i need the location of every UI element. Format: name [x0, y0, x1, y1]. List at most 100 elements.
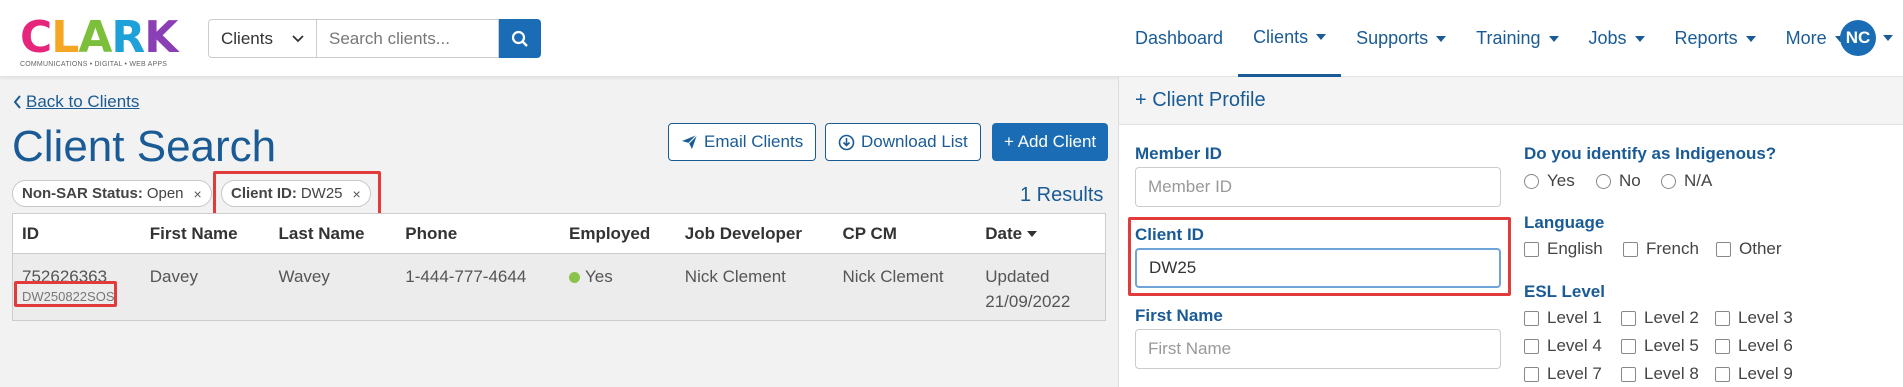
cell-date: Updated 21/09/2022 — [976, 254, 1105, 320]
search-button[interactable] — [499, 19, 541, 58]
column-header-id[interactable]: ID — [13, 224, 141, 244]
filter-key: Client ID: — [231, 185, 297, 202]
close-icon[interactable]: × — [194, 186, 202, 202]
column-header-employed[interactable]: Employed — [560, 224, 676, 244]
checkbox-esl-level-4[interactable]: Level 4 — [1524, 336, 1602, 356]
logo-letter: R — [111, 12, 145, 63]
nav-supports[interactable]: Supports — [1341, 0, 1461, 77]
top-navbar: CLARK COMMUNICATIONS • DIGITAL • WEB APP… — [0, 0, 1903, 77]
logo-letter: K — [144, 12, 178, 63]
add-client-label: + Add Client — [1004, 132, 1097, 151]
table-header-row: ID First Name Last Name Phone Employed J… — [13, 214, 1105, 254]
caret-down-icon[interactable] — [1883, 35, 1893, 41]
page-title: Client Search — [12, 122, 277, 171]
column-header-date[interactable]: Date — [976, 224, 1105, 244]
nav-label: Dashboard — [1135, 28, 1224, 48]
caret-down-icon — [1548, 35, 1559, 42]
checkbox-language-french[interactable]: French — [1623, 239, 1699, 259]
checkbox-language-other[interactable]: Other — [1716, 239, 1782, 259]
option-label: Level 4 — [1547, 336, 1602, 355]
user-avatar[interactable]: NC — [1840, 20, 1876, 56]
client-results-table: ID First Name Last Name Phone Employed J… — [12, 213, 1106, 321]
radio-indigenous-no[interactable]: No — [1596, 171, 1641, 191]
column-header-job-developer[interactable]: Job Developer — [676, 224, 834, 244]
nav-training[interactable]: Training — [1461, 0, 1573, 77]
caret-down-icon — [1634, 35, 1645, 42]
search-bar: Clients Search clients... — [208, 19, 541, 58]
cell-first-name: Davey — [149, 267, 198, 286]
close-icon[interactable]: × — [353, 186, 361, 202]
email-clients-label: Email Clients — [704, 132, 804, 151]
client-id-code: DW250822SOS — [22, 289, 115, 304]
search-icon — [511, 30, 528, 47]
nav-clients[interactable]: Clients — [1238, 0, 1342, 77]
option-label: Level 9 — [1738, 364, 1793, 383]
checkbox-esl-level-1[interactable]: Level 1 — [1524, 308, 1602, 328]
checkbox-icon — [1621, 310, 1636, 326]
logo-letter: L — [51, 12, 79, 63]
checkbox-icon — [1524, 241, 1539, 257]
panel-title[interactable]: + Client Profile — [1119, 77, 1903, 125]
cell-phone: 1-444-777-4644 — [405, 267, 527, 286]
column-header-first-name[interactable]: First Name — [141, 224, 270, 244]
checkbox-esl-level-8[interactable]: Level 8 — [1621, 364, 1699, 384]
checkbox-esl-level-6[interactable]: Level 6 — [1715, 336, 1793, 356]
search-scope-select[interactable]: Clients — [208, 19, 317, 58]
date-value: 21/09/2022 — [985, 292, 1071, 311]
checkbox-esl-level-7[interactable]: Level 7 — [1524, 364, 1602, 384]
column-header-date-label: Date — [985, 223, 1023, 243]
radio-icon — [1661, 173, 1676, 189]
cell-id: 752626363 DW250822SOS — [13, 254, 141, 320]
indigenous-label: Do you identify as Indigenous? — [1524, 144, 1777, 163]
checkbox-icon — [1716, 241, 1731, 257]
add-client-button[interactable]: + Add Client — [992, 123, 1109, 161]
option-label: Level 8 — [1644, 364, 1699, 383]
client-id-field[interactable]: DW25 — [1135, 248, 1501, 288]
table-row[interactable]: 752626363 DW250822SOS Davey Wavey 1-444-… — [13, 254, 1105, 320]
cell-employed: Yes — [560, 254, 676, 320]
logo-letter: C — [20, 12, 52, 63]
clark-logo[interactable]: CLARK COMMUNICATIONS • DIGITAL • WEB APP… — [20, 12, 185, 69]
option-label: Other — [1739, 239, 1782, 258]
checkbox-icon — [1715, 366, 1730, 382]
chevron-down-icon — [292, 34, 304, 42]
column-header-phone[interactable]: Phone — [396, 224, 560, 244]
caret-down-icon — [1316, 34, 1327, 40]
back-to-clients-link[interactable]: Back to Clients — [13, 92, 139, 112]
download-circle-icon — [838, 134, 855, 151]
column-header-last-name[interactable]: Last Name — [270, 224, 397, 244]
esl-level-label: ESL Level — [1524, 282, 1605, 301]
checkbox-icon — [1623, 241, 1638, 257]
email-clients-button[interactable]: Email Clients — [668, 123, 817, 161]
results-count: 1 Results — [1020, 184, 1104, 206]
nav-dashboard[interactable]: Dashboard — [1120, 0, 1238, 77]
member-id-field[interactable]: Member ID — [1135, 167, 1501, 207]
cell-job-developer: Nick Clement — [684, 267, 786, 286]
checkbox-esl-level-9[interactable]: Level 9 — [1715, 364, 1793, 384]
nav-label: Jobs — [1588, 28, 1627, 48]
language-label: Language — [1524, 213, 1605, 232]
checkbox-icon — [1715, 310, 1730, 326]
status-dot-icon — [569, 272, 580, 284]
radio-icon — [1524, 173, 1539, 189]
client-profile-panel: + Client Profile Member ID Member ID Cli… — [1118, 77, 1903, 387]
checkbox-language-english[interactable]: English — [1524, 239, 1603, 259]
nav-label: Training — [1476, 28, 1541, 48]
radio-indigenous-na[interactable]: N/A — [1661, 171, 1712, 191]
checkbox-esl-level-3[interactable]: Level 3 — [1715, 308, 1793, 328]
first-name-field[interactable]: First Name — [1135, 329, 1501, 369]
search-input[interactable]: Search clients... — [317, 19, 499, 58]
download-list-button[interactable]: Download List — [825, 123, 981, 161]
radio-indigenous-yes[interactable]: Yes — [1524, 171, 1575, 191]
checkbox-icon — [1524, 310, 1539, 326]
search-scope-value: Clients — [221, 28, 273, 48]
nav-reports[interactable]: Reports — [1660, 0, 1771, 77]
nav-jobs[interactable]: Jobs — [1574, 0, 1660, 77]
option-label: English — [1547, 239, 1603, 258]
checkbox-esl-level-5[interactable]: Level 5 — [1621, 336, 1699, 356]
logo-tagline: COMMUNICATIONS • DIGITAL • WEB APPS — [20, 61, 168, 68]
option-label: Level 2 — [1644, 308, 1699, 327]
option-label: Level 5 — [1644, 336, 1699, 355]
column-header-cp-cm[interactable]: CP CM — [834, 224, 977, 244]
checkbox-esl-level-2[interactable]: Level 2 — [1621, 308, 1699, 328]
